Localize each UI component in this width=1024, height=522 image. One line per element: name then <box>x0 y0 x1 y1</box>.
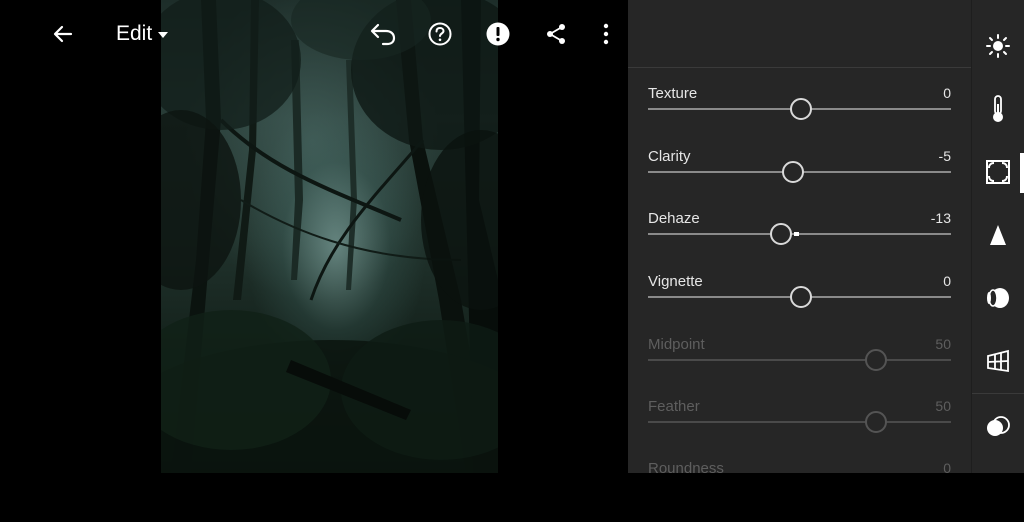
slider-row-vignette[interactable]: Vignette 0 <box>648 273 951 335</box>
rail-geometry[interactable] <box>972 330 1024 392</box>
detail-icon <box>990 225 1006 245</box>
top-toolbar: Edit <box>0 0 628 68</box>
effects-icon <box>986 160 1010 184</box>
undo-icon <box>370 23 396 46</box>
rail-light[interactable] <box>972 15 1024 77</box>
rail-detail[interactable] <box>972 204 1024 266</box>
rail-optics[interactable] <box>972 267 1024 329</box>
rail-effects[interactable] <box>972 141 1024 203</box>
slider-row-dehaze[interactable]: Dehaze -13 <box>648 210 951 272</box>
slider-value: 50 <box>935 336 951 352</box>
slider-thumb[interactable] <box>789 98 812 120</box>
slider-track[interactable] <box>648 233 951 235</box>
back-arrow-icon <box>53 25 73 43</box>
edit-mode-dropdown[interactable]: Edit <box>116 20 169 48</box>
forest-photo[interactable] <box>161 0 498 473</box>
back-button[interactable] <box>46 17 80 51</box>
caret-down-icon <box>158 32 169 38</box>
slider-default-marker <box>794 232 799 236</box>
share-icon <box>547 24 565 44</box>
slider-value[interactable]: 0 <box>943 85 951 101</box>
color-temperature-icon <box>993 95 1003 122</box>
tool-rail <box>971 0 1024 473</box>
alert-button[interactable] <box>481 17 515 51</box>
slider-thumb[interactable] <box>789 286 812 308</box>
slider-thumb <box>865 349 888 371</box>
slider-label: Texture <box>648 85 698 102</box>
slider-row-roundness: Roundness 0 <box>648 460 951 522</box>
more-vertical-icon <box>603 23 609 45</box>
slider-value[interactable]: -5 <box>939 148 951 164</box>
slider-value: 50 <box>935 398 951 414</box>
help-icon <box>428 22 452 46</box>
panel-header <box>628 0 971 68</box>
geometry-icon <box>987 349 1009 373</box>
alert-icon <box>486 22 510 46</box>
slider-label: Roundness <box>648 460 724 477</box>
slider-label: Midpoint <box>648 336 705 353</box>
rail-divider <box>972 393 1024 394</box>
slider-label: Dehaze <box>648 210 700 227</box>
share-button[interactable] <box>539 17 573 51</box>
forest-photo-artwork <box>161 0 498 473</box>
slider-thumb <box>865 411 888 433</box>
slider-label: Clarity <box>648 148 691 165</box>
slider-row-midpoint: Midpoint 50 <box>648 336 951 398</box>
slider-track <box>648 421 951 423</box>
slider-value[interactable]: -13 <box>931 210 951 226</box>
slider-label: Feather <box>648 398 700 415</box>
edit-mode-label: Edit <box>116 22 153 45</box>
slider-row-clarity[interactable]: Clarity -5 <box>648 148 951 210</box>
slider-thumb[interactable] <box>769 223 792 245</box>
blend-icon <box>987 416 1010 436</box>
light-icon <box>986 34 1010 58</box>
photo-canvas[interactable] <box>0 0 628 473</box>
slider-label: Vignette <box>648 273 703 290</box>
effects-panel: Texture 0 Clarity -5 Dehaze -13 Vignette… <box>628 0 971 477</box>
undo-button[interactable] <box>366 17 400 51</box>
active-tool-indicator <box>1020 153 1024 193</box>
help-button[interactable] <box>423 17 457 51</box>
rail-color[interactable] <box>972 78 1024 140</box>
slider-value: 0 <box>943 460 951 476</box>
slider-value[interactable]: 0 <box>943 273 951 289</box>
slider-row-feather: Feather 50 <box>648 398 951 460</box>
slider-track <box>648 359 951 361</box>
more-options-button[interactable] <box>589 17 623 51</box>
slider-row-texture[interactable]: Texture 0 <box>648 85 951 147</box>
slider-thumb[interactable] <box>781 161 804 183</box>
rail-blend[interactable] <box>972 396 1024 458</box>
optics-icon <box>987 288 1009 308</box>
